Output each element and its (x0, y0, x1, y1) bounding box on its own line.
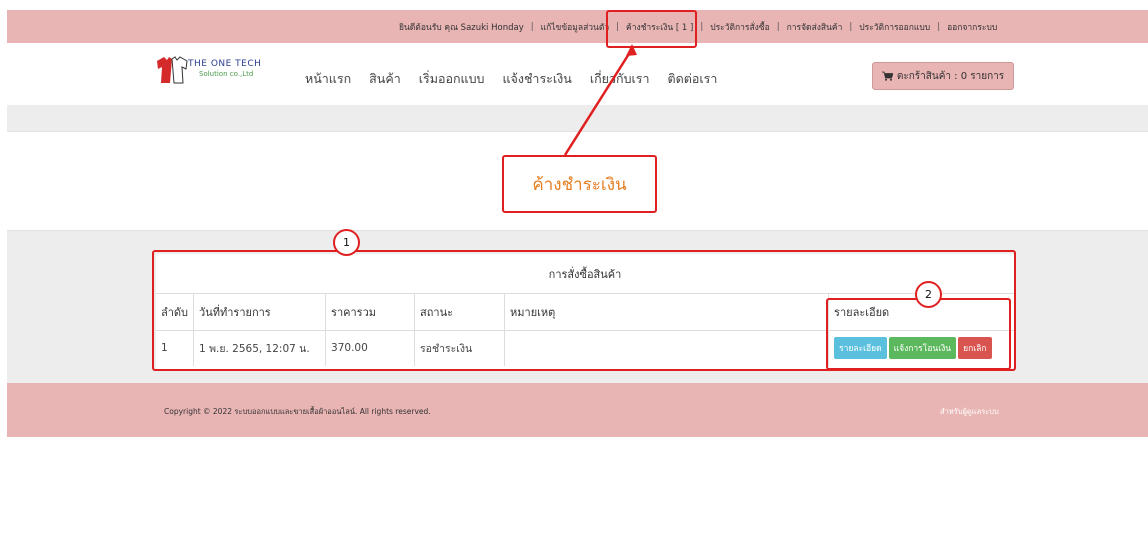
edit-profile-link[interactable]: แก้ไขข้อมูลส่วนตัว (539, 20, 612, 34)
logout-link[interactable]: ออกจากระบบ (945, 20, 999, 34)
order-history-link[interactable]: ประวัติการสั่งซื้อ (708, 20, 772, 34)
nav-products[interactable]: สินค้า (369, 69, 401, 89)
logo[interactable]: THE ONE TECH Solution co.,Ltd (155, 55, 285, 87)
cell-no: 1 (161, 342, 168, 355)
gray-band (7, 105, 1148, 131)
welcome-text: ยินดีต้อนรับ คุณ Sazuki Honday (399, 22, 524, 33)
separator: | (937, 21, 941, 32)
page-title: ค้างชำระเงิน (502, 155, 657, 213)
cell-total: 370.00 (325, 330, 415, 366)
cart-label: ตะกร้าสินค้า : 0 รายการ (896, 70, 1005, 82)
orders-title: การสั่งซื้อสินค้า (156, 254, 1014, 294)
nav-notify-payment[interactable]: แจ้งชำระเงิน (502, 69, 571, 89)
shirt-logo-icon (157, 56, 188, 84)
separator: | (616, 21, 620, 32)
column-header-total: ราคารวม (325, 294, 415, 331)
annotation-marker-2: 2 (915, 281, 942, 308)
pending-payment-link[interactable]: ค้างชำระเงิน [ 1 ] (624, 20, 695, 34)
separator: | (700, 21, 704, 32)
orders-card: การสั่งซื้อสินค้า ลำดับ วันที่ทำรายการ ร… (156, 254, 1014, 371)
user-menu: ยินดีต้อนรับ คุณ Sazuki Honday | แก้ไขข้… (397, 10, 999, 43)
main-navbar: THE ONE TECH Solution co.,Ltd หน้าแรก สิ… (7, 43, 1148, 105)
logo-subtitle: Solution co.,Ltd (199, 70, 254, 78)
separator: | (530, 21, 534, 32)
column-header-no: ลำดับ (156, 294, 194, 331)
logo-name: THE ONE TECH (188, 59, 262, 69)
nav-home[interactable]: หน้าแรก (305, 69, 351, 89)
cancel-button[interactable]: ยกเลิก (958, 337, 992, 360)
nav-contact[interactable]: ติดต่อเรา (668, 69, 718, 89)
table-row: 1 1 พ.ย. 2565, 12:07 น. 370.00 รอชำระเงิ… (156, 330, 1014, 366)
nav-about[interactable]: เกี่ยวกับเรา (590, 69, 650, 89)
cell-actions: รายละเอียด แจ้งการโอนเงิน ยกเลิก (828, 330, 1014, 366)
cell-status: รอชำระเงิน (414, 330, 505, 366)
nav-start-design[interactable]: เริ่มออกแบบ (419, 69, 485, 89)
column-header-status: สถานะ (414, 294, 505, 331)
cell-note (504, 330, 829, 366)
cart-button[interactable]: ตะกร้าสินค้า : 0 รายการ (872, 62, 1014, 90)
column-header-date: วันที่ทำรายการ (193, 294, 326, 331)
table-header-row: ลำดับ วันที่ทำรายการ ราคารวม สถานะ หมายเ… (156, 294, 1014, 331)
annotation-marker-1: 1 (333, 229, 360, 256)
shipping-link[interactable]: การจัดส่งสินค้า (785, 20, 845, 34)
separator: | (849, 21, 853, 32)
footer: Copyright © 2022 ระบบออกแบบและขายเสื้อผ้… (7, 383, 1148, 437)
detail-button[interactable]: รายละเอียด (834, 337, 887, 360)
separator: | (776, 21, 780, 32)
column-header-note: หมายเหตุ (504, 294, 829, 331)
main-nav: หน้าแรก สินค้า เริ่มออกแบบ แจ้งชำระเงิน … (305, 69, 717, 89)
notify-transfer-button[interactable]: แจ้งการโอนเงิน (888, 337, 957, 360)
cart-icon (881, 71, 893, 81)
top-bar: ยินดีต้อนรับ คุณ Sazuki Honday | แก้ไขข้… (7, 10, 1148, 43)
design-history-link[interactable]: ประวัติการออกแบบ (857, 20, 932, 34)
orders-table: ลำดับ วันที่ทำรายการ ราคารวม สถานะ หมายเ… (156, 294, 1014, 366)
copyright-text: Copyright © 2022 ระบบออกแบบและขายเสื้อผ้… (164, 407, 431, 416)
admin-link[interactable]: สำหรับผู้ดูแลระบบ (940, 406, 999, 418)
cell-date: 1 พ.ย. 2565, 12:07 น. (193, 330, 326, 366)
